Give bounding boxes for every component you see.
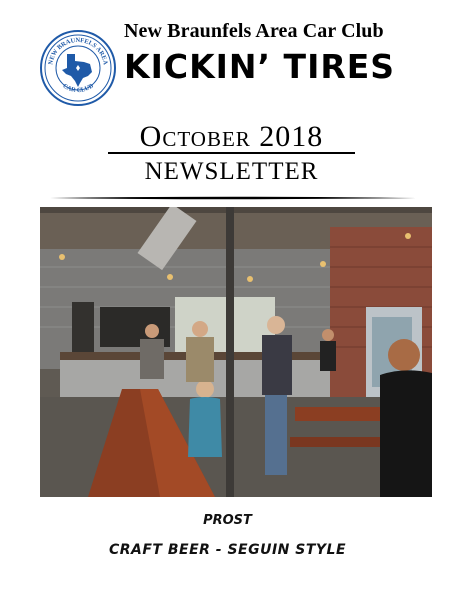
issue-date: October 2018 bbox=[108, 121, 355, 154]
club-logo: NEW BRAUNFELS AREA CAR CLUB bbox=[40, 30, 116, 106]
divider-rule bbox=[50, 196, 416, 200]
photo-caption-title: PROST bbox=[203, 513, 252, 528]
photo-caption-subtitle: CRAFT BEER - SEGUIN STYLE bbox=[108, 542, 347, 558]
cover-photo bbox=[40, 207, 432, 497]
newsletter-label: NEWSLETTER bbox=[144, 158, 319, 185]
newsletter-masthead: KICKIN’ TIRES bbox=[124, 47, 396, 86]
club-name: New Braunfels Area Car Club bbox=[124, 20, 384, 42]
